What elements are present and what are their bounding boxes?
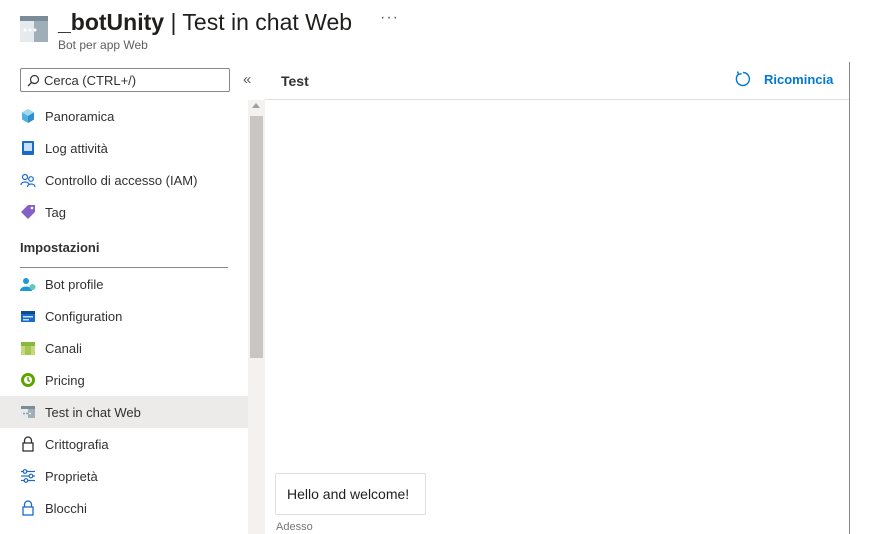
- search-placeholder: Cerca (CTRL+/): [44, 72, 137, 88]
- message-timestamp: Adesso: [276, 521, 313, 533]
- resource-name: _botUnity: [58, 9, 165, 35]
- sidebar-item-label: Blocchi: [45, 500, 87, 516]
- lock-icon: [20, 500, 36, 516]
- pricing-icon: [20, 372, 36, 388]
- title-separator: |: [170, 9, 177, 35]
- pane-right-border: [849, 62, 850, 534]
- sidebar-item-blocchi[interactable]: Blocchi: [0, 492, 248, 524]
- pane-header-divider: [265, 99, 850, 100]
- tag-icon: [20, 204, 36, 220]
- sidebar-item-label: Pricing: [45, 372, 85, 388]
- sidebar-item-label: Panoramica: [45, 108, 115, 124]
- sidebar-item-tag[interactable]: Tag: [0, 196, 248, 228]
- restart-button[interactable]: Ricomincia: [734, 70, 833, 88]
- sidebar-item-label: Crittografia: [45, 436, 109, 452]
- properties-icon: [20, 468, 36, 484]
- refresh-icon: [735, 71, 751, 87]
- page-title: _botUnity | Test in chat Web: [58, 8, 352, 36]
- webchat-pane-title: Test: [281, 73, 309, 89]
- search-input[interactable]: Cerca (CTRL+/): [20, 68, 230, 92]
- collapse-sidebar-button[interactable]: «: [243, 71, 251, 88]
- channels-icon: [20, 340, 36, 356]
- sidebar-item-log-attivita[interactable]: Log attività: [0, 132, 248, 164]
- message-text: Hello and welcome!: [287, 486, 410, 502]
- cube-icon: [20, 108, 36, 124]
- scrollbar-thumb[interactable]: [250, 116, 263, 358]
- sidebar-item-proprieta[interactable]: Proprietà: [0, 460, 248, 492]
- people-icon: [20, 172, 36, 188]
- blade-title: Test in chat Web: [182, 9, 353, 35]
- sidebar-item-pricing[interactable]: Pricing: [0, 364, 248, 396]
- webchat-icon: [20, 404, 36, 420]
- sidebar-nav: Panoramica Log attività Controllo di acc…: [0, 100, 248, 524]
- more-options-button[interactable]: ···: [380, 9, 399, 27]
- sidebar-item-configuration[interactable]: Configuration: [0, 300, 248, 332]
- resource-icon: [20, 16, 48, 42]
- sidebar-item-label: Controllo di accesso (IAM): [45, 172, 198, 188]
- sidebar-item-iam[interactable]: Controllo di accesso (IAM): [0, 164, 248, 196]
- sidebar-item-label: Log attività: [45, 140, 108, 156]
- resource-subtitle: Bot per app Web: [58, 38, 148, 52]
- sidebar-item-label: Tag: [45, 204, 66, 220]
- sidebar-item-label: Configuration: [45, 308, 123, 324]
- sidebar-item-label: Test in chat Web: [45, 404, 141, 420]
- sidebar-item-canali[interactable]: Canali: [0, 332, 248, 364]
- search-icon: [27, 74, 40, 86]
- settings-section-header: Impostazioni: [0, 228, 248, 268]
- bot-message-bubble: Hello and welcome!: [275, 473, 426, 515]
- sidebar-item-crittografia[interactable]: Crittografia: [0, 428, 248, 460]
- sidebar-item-label: Bot profile: [45, 276, 104, 292]
- configuration-icon: [20, 308, 36, 324]
- bot-profile-icon: [20, 276, 36, 292]
- section-title: Impostazioni: [20, 240, 100, 255]
- sidebar-item-bot-profile[interactable]: Bot profile: [0, 268, 248, 300]
- sidebar-item-label: Proprietà: [45, 468, 98, 484]
- sidebar-item-test-in-chat-web[interactable]: Test in chat Web: [0, 396, 248, 428]
- sidebar-item-label: Canali: [45, 340, 82, 356]
- restart-label: Ricomincia: [764, 71, 834, 87]
- scroll-up-arrow-icon[interactable]: [252, 103, 260, 108]
- sidebar-item-panoramica[interactable]: Panoramica: [0, 100, 248, 132]
- lock-icon: [20, 436, 36, 452]
- activity-log-icon: [20, 140, 36, 156]
